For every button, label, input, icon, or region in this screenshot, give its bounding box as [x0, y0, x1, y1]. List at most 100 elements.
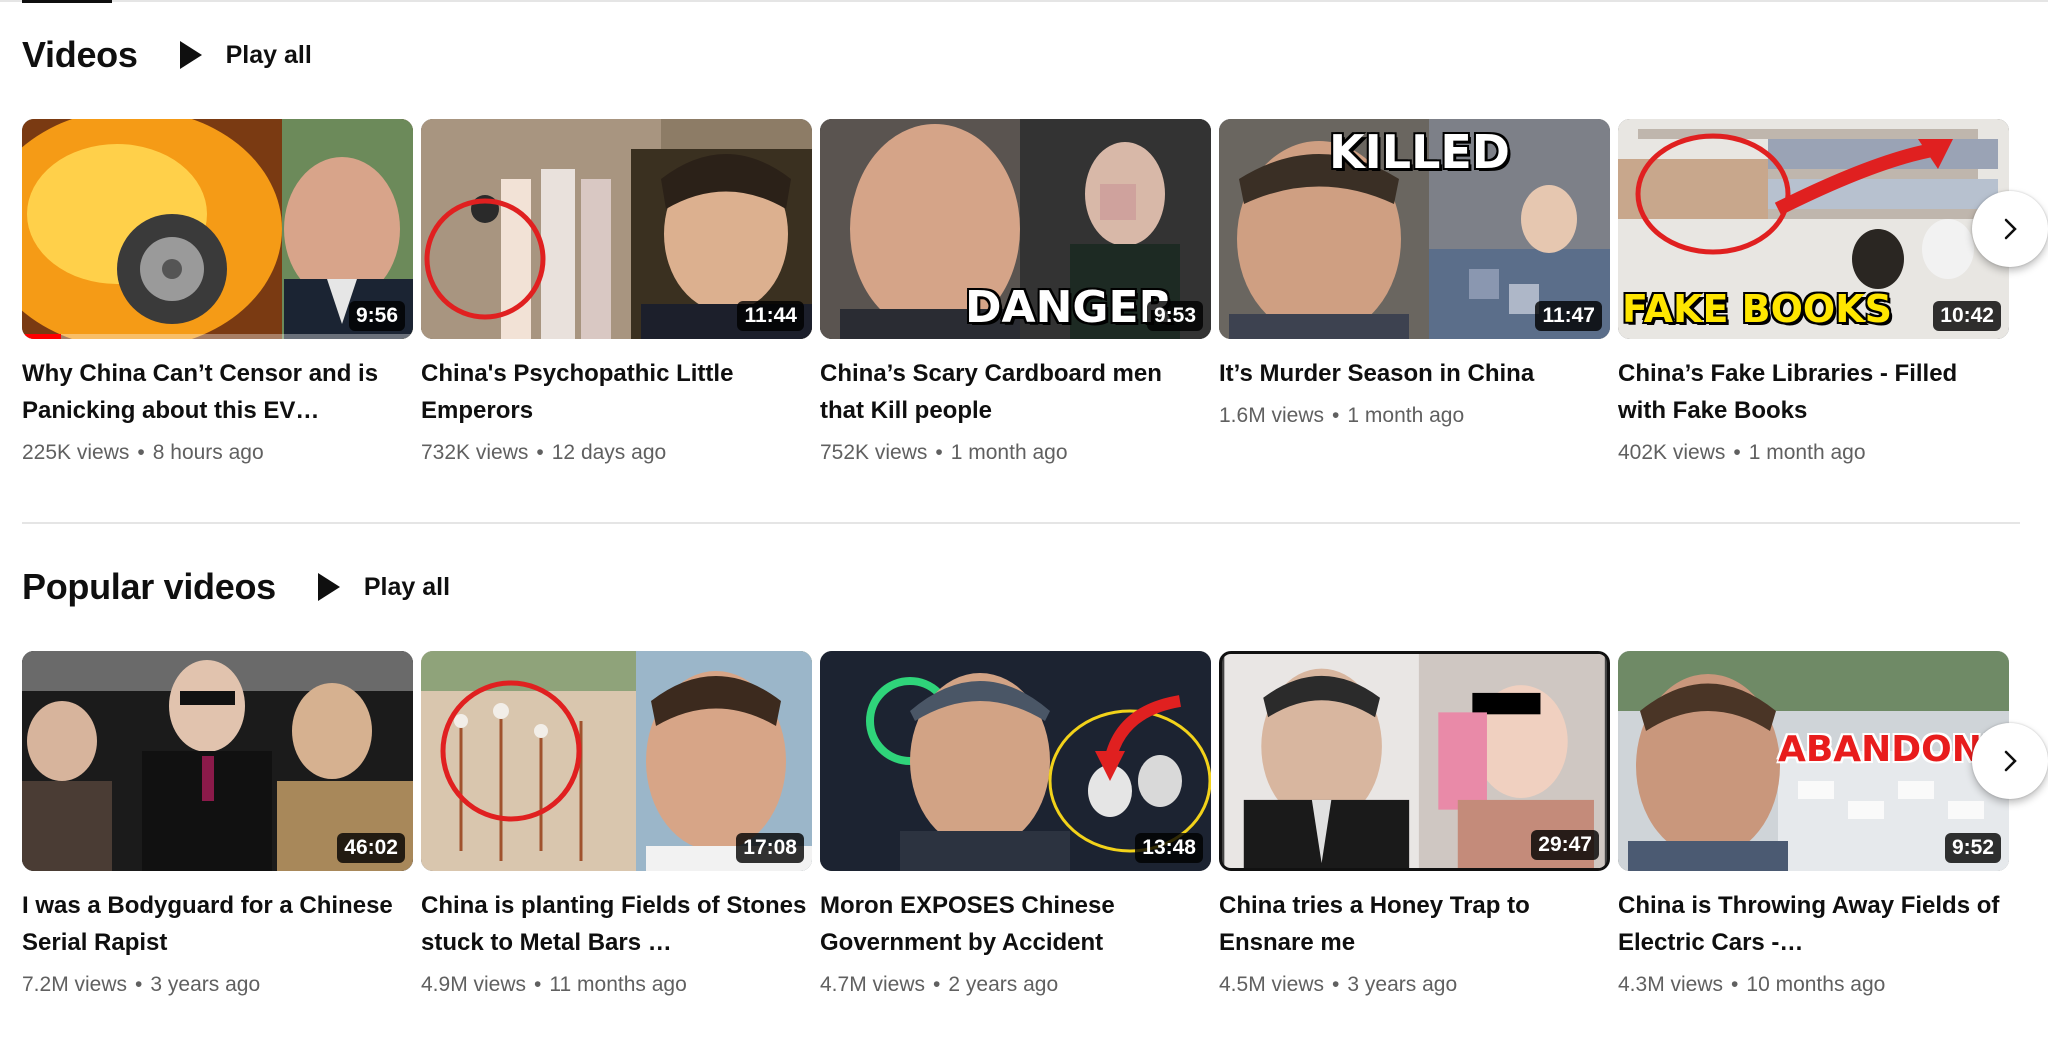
play-all-button-videos[interactable]: Play all [178, 39, 312, 71]
upload-age: 1 month ago [1347, 404, 1465, 427]
video-thumbnail[interactable]: KILLED 11:47 [1219, 119, 1610, 339]
next-button-popular[interactable] [1972, 723, 2048, 799]
upload-age: 1 month ago [1748, 441, 1866, 464]
meta-separator: • [137, 441, 145, 464]
chevron-right-icon [2004, 750, 2017, 772]
popular-videos-row: 46:02 I was a Bodyguard for a Chinese Se… [22, 651, 2017, 997]
meta-separator: • [935, 441, 943, 464]
video-thumbnail[interactable]: DANGER 9:53 [820, 119, 1211, 339]
duration-badge: 9:52 [1944, 833, 2001, 863]
video-thumbnail[interactable]: 11:44 [421, 119, 812, 339]
video-meta: 225K views • 8 hours ago [22, 441, 413, 465]
video-meta: 752K views • 1 month ago [820, 441, 1211, 465]
video-title[interactable]: China is Throwing Away Fields of Electri… [1618, 887, 2009, 961]
meta-separator: • [933, 973, 941, 996]
play-all-label: Play all [225, 40, 312, 69]
video-thumbnail[interactable]: ABANDONE 9:52 [1618, 651, 2009, 871]
duration-badge: 9:53 [1146, 301, 1203, 331]
duration-badge: 9:56 [348, 301, 405, 331]
thumbnail-overlay-text: KILLED [1329, 125, 1510, 179]
videos-shelf: Videos Play all 9:56 Why China Can’t Cen… [22, 28, 2020, 464]
upload-age: 3 years ago [150, 973, 261, 996]
video-thumbnail[interactable]: 13:48 [820, 651, 1211, 871]
upload-age: 12 days ago [551, 441, 667, 464]
video-card[interactable]: 29:47 China tries a Honey Trap to Ensnar… [1219, 651, 1610, 997]
upload-age: 1 month ago [950, 441, 1068, 464]
duration-badge: 29:47 [1531, 830, 1599, 860]
meta-separator: • [536, 441, 544, 464]
upload-age: 2 years ago [948, 973, 1059, 996]
video-thumbnail[interactable]: 46:02 [22, 651, 413, 871]
video-card[interactable]: 46:02 I was a Bodyguard for a Chinese Se… [22, 651, 413, 997]
meta-separator: • [1731, 973, 1739, 996]
video-title[interactable]: China tries a Honey Trap to Ensnare me [1219, 887, 1610, 961]
video-meta: 732K views • 12 days ago [421, 441, 812, 465]
thumbnail-overlay-text: DANGER [965, 282, 1173, 333]
view-count: 402K views [1618, 441, 1726, 464]
chevron-right-icon [2004, 218, 2017, 240]
video-meta: 402K views • 1 month ago [1618, 441, 2009, 465]
duration-badge: 10:42 [1933, 301, 2001, 331]
video-thumbnail[interactable]: 9:56 [22, 119, 413, 339]
video-meta: 4.9M views • 11 months ago [421, 973, 812, 997]
upload-age: 11 months ago [549, 973, 687, 996]
duration-badge: 11:47 [1535, 301, 1602, 331]
play-all-label: Play all [363, 572, 451, 601]
video-card[interactable]: DANGER 9:53 China’s Scary Cardboard men … [820, 119, 1211, 465]
section-title-popular-videos: Popular videos [22, 566, 276, 607]
video-meta: 4.3M views • 10 months ago [1618, 973, 2009, 997]
video-title[interactable]: Moron EXPOSES Chinese Government by Acci… [820, 887, 1211, 961]
video-card[interactable]: FAKE BOOKS 10:42 China’s Fake Libraries … [1618, 119, 2009, 465]
video-title[interactable]: China’s Scary Cardboard men that Kill pe… [820, 355, 1211, 429]
duration-badge: 11:44 [737, 301, 804, 331]
video-title[interactable]: China’s Fake Libraries - Filled with Fak… [1618, 355, 2009, 429]
upload-age: 10 months ago [1746, 973, 1886, 996]
view-count: 4.5M views [1219, 973, 1325, 996]
view-count: 7.2M views [22, 973, 128, 996]
view-count: 225K views [22, 441, 130, 464]
view-count: 4.9M views [421, 973, 527, 996]
video-title[interactable]: It’s Murder Season in China [1219, 355, 1610, 392]
meta-separator: • [1733, 441, 1741, 464]
video-thumbnail[interactable]: FAKE BOOKS 10:42 [1618, 119, 2009, 339]
video-card[interactable]: 9:56 Why China Can’t Censor and is Panic… [22, 119, 413, 465]
view-count: 4.7M views [820, 973, 926, 996]
view-count: 1.6M views [1219, 404, 1325, 427]
video-title[interactable]: China is planting Fields of Stones stuck… [421, 887, 812, 961]
video-card[interactable]: ABANDONE 9:52 China is Throwing Away Fie… [1618, 651, 2009, 997]
duration-badge: 46:02 [337, 833, 405, 863]
play-icon [179, 41, 202, 69]
play-icon [317, 573, 340, 601]
video-meta: 1.6M views • 1 month ago [1219, 404, 1610, 428]
video-thumbnail[interactable]: 17:08 [421, 651, 812, 871]
video-card[interactable]: 11:44 China's Psychopathic Little Empero… [421, 119, 812, 465]
watch-progress-bar [22, 334, 413, 339]
video-title[interactable]: Why China Can’t Censor and is Panicking … [22, 355, 413, 429]
video-thumbnail[interactable]: 29:47 [1219, 651, 1610, 871]
meta-separator: • [1332, 404, 1340, 427]
duration-badge: 17:08 [736, 833, 804, 863]
videos-row: 9:56 Why China Can’t Censor and is Panic… [22, 119, 2017, 465]
active-tab-indicator [22, 0, 112, 3]
play-all-button-popular[interactable]: Play all [316, 571, 450, 603]
video-title[interactable]: I was a Bodyguard for a Chinese Serial R… [22, 887, 413, 961]
video-meta: 7.2M views • 3 years ago [22, 973, 413, 997]
section-title-videos: Videos [22, 34, 138, 75]
view-count: 752K views [820, 441, 928, 464]
top-rule [0, 0, 2048, 2]
meta-separator: • [135, 973, 143, 996]
upload-age: 8 hours ago [152, 441, 264, 464]
video-card[interactable]: 17:08 China is planting Fields of Stones… [421, 651, 812, 997]
next-button-videos[interactable] [1972, 191, 2048, 267]
upload-age: 3 years ago [1347, 973, 1458, 996]
video-card[interactable]: KILLED 11:47 It’s Murder Season in China… [1219, 119, 1610, 465]
meta-separator: • [1332, 973, 1340, 996]
video-title[interactable]: China's Psychopathic Little Emperors [421, 355, 812, 429]
view-count: 732K views [421, 441, 529, 464]
video-meta: 4.5M views • 3 years ago [1219, 973, 1610, 997]
meta-separator: • [534, 973, 542, 996]
thumbnail-overlay-text: FAKE BOOKS [1622, 287, 1893, 331]
duration-badge: 13:48 [1135, 833, 1203, 863]
video-card[interactable]: 13:48 Moron EXPOSES Chinese Government b… [820, 651, 1211, 997]
popular-videos-shelf: Popular videos Play all 46:02 I was a Bo… [22, 560, 2020, 996]
